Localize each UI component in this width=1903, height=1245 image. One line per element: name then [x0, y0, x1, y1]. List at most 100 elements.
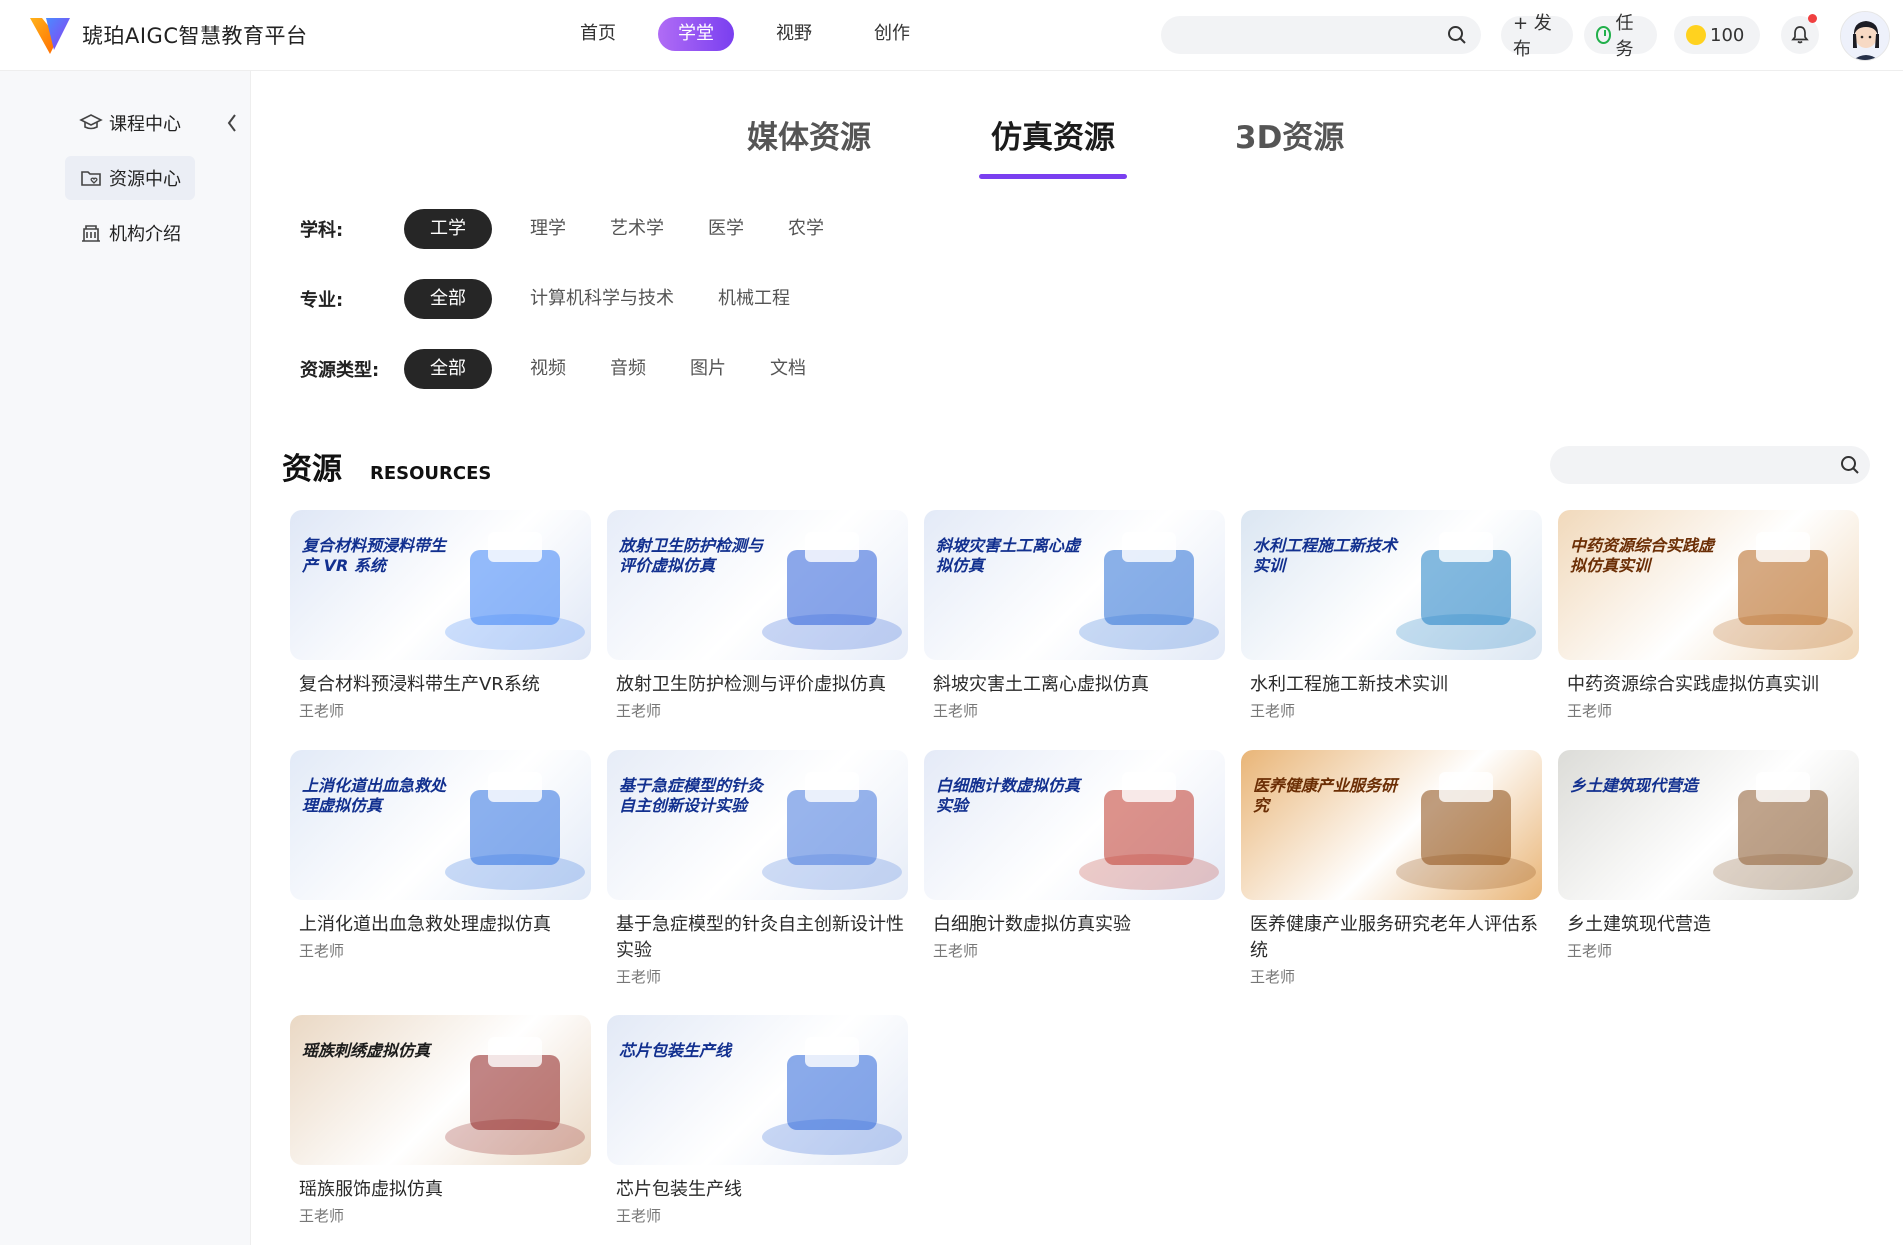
thumbnail-illustration-icon — [445, 772, 585, 890]
resource-thumbnail[interactable]: 斜坡灾害土工离心虚拟仿真 — [924, 510, 1225, 660]
resource-author: 王老师 — [933, 702, 979, 720]
thumbnail-caption: 复合材料预浸料带生产 VR 系统 — [302, 536, 447, 575]
resource-card[interactable]: 放射卫生防护检测与评价虚拟仿真 放射卫生防护检测与评价虚拟仿真 王老师 — [607, 510, 908, 721]
thumbnail-illustration-icon — [1713, 772, 1853, 890]
resource-title[interactable]: 复合材料预浸料带生产VR系统 — [290, 672, 591, 698]
resource-thumbnail[interactable]: 瑶族刺绣虚拟仿真 — [290, 1015, 591, 1165]
resource-thumbnail[interactable]: 上消化道出血急救处理虚拟仿真 — [290, 750, 591, 900]
resource-card[interactable]: 乡土建筑现代营造 乡土建筑现代营造 王老师 — [1558, 750, 1859, 961]
resource-card[interactable]: 瑶族刺绣虚拟仿真瑶族服饰虚拟仿真王老师 — [290, 1015, 591, 1226]
filter-chip[interactable]: 音频 — [606, 349, 650, 389]
thumbnail-illustration-icon — [1079, 772, 1219, 890]
collapse-chevron-icon[interactable] — [224, 111, 240, 135]
main-nav: 首页 学堂 视野 创作 — [560, 17, 930, 51]
resource-card[interactable]: 上消化道出血急救处理虚拟仿真 上消化道出血急救处理虚拟仿真 王老师 — [290, 750, 591, 961]
thumbnail-caption: 芯片包装生产线 — [619, 1041, 732, 1060]
task-button[interactable]: 任务 — [1584, 13, 1657, 60]
filter-chip[interactable]: 图片 — [686, 349, 730, 389]
tab-3d[interactable]: 3D资源 — [1223, 100, 1356, 179]
resource-card[interactable]: 白细胞计数虚拟仿真实验 白细胞计数虚拟仿真实验 王老师 — [924, 750, 1225, 961]
filter-label: 学科: — [300, 220, 344, 241]
tab-simulation[interactable]: 仿真资源 — [979, 100, 1127, 179]
resource-title[interactable]: 中药资源综合实践虚拟仿真实训 — [1558, 672, 1859, 698]
resource-card[interactable]: 基于急症模型的针灸自主创新设计实验 基于急症模型的针灸自主创新设计性实验 王老师 — [607, 750, 908, 987]
filter-chip[interactable]: 理学 — [526, 209, 570, 249]
nav-academy[interactable]: 学堂 — [658, 17, 734, 51]
resource-thumbnail[interactable]: 医养健康产业服务研究 — [1241, 750, 1542, 900]
logo[interactable]: 琥珀AIGC智慧教育平台 — [28, 14, 308, 56]
search-icon[interactable] — [1447, 25, 1467, 45]
resources-heading: 资源 RESOURCES — [282, 444, 491, 488]
sidebar-item-institution[interactable]: 机构介绍 — [65, 211, 195, 255]
filter-chip[interactable]: 医学 — [704, 209, 748, 249]
resource-thumbnail[interactable]: 基于急症模型的针灸自主创新设计实验 — [607, 750, 908, 900]
notification-button[interactable] — [1781, 14, 1819, 54]
resource-title[interactable]: 水利工程施工新技术实训 — [1241, 672, 1542, 698]
resource-title[interactable]: 基于急症模型的针灸自主创新设计性实验 — [607, 912, 908, 964]
resource-thumbnail[interactable]: 放射卫生防护检测与评价虚拟仿真 — [607, 510, 908, 660]
resource-thumbnail[interactable]: 复合材料预浸料带生产 VR 系统 — [290, 510, 591, 660]
sidebar-item-resources[interactable]: 资源中心 — [65, 156, 195, 200]
thumbnail-caption: 乡土建筑现代营造 — [1570, 776, 1699, 795]
resource-card[interactable]: 中药资源综合实践虚拟仿真实训 中药资源综合实践虚拟仿真实训 王老师 — [1558, 510, 1859, 721]
filter-chip[interactable]: 视频 — [526, 349, 570, 389]
resource-card[interactable]: 芯片包装生产线 芯片包装生产线 王老师 — [607, 1015, 908, 1226]
resource-author: 王老师 — [616, 702, 662, 720]
nav-vision[interactable]: 视野 — [756, 17, 832, 51]
filter-chip[interactable]: 农学 — [784, 209, 828, 249]
resource-search-input[interactable] — [1550, 446, 1820, 484]
resource-title[interactable]: 瑶族服饰虚拟仿真 — [290, 1177, 591, 1203]
filter-chip[interactable]: 工学 — [404, 209, 492, 249]
resource-title[interactable]: 乡土建筑现代营造 — [1558, 912, 1859, 938]
resource-title[interactable]: 医养健康产业服务研究老年人评估系统 — [1241, 912, 1542, 964]
resource-title[interactable]: 上消化道出血急救处理虚拟仿真 — [290, 912, 591, 938]
coin-balance[interactable]: 100 — [1674, 16, 1760, 54]
nav-create[interactable]: 创作 — [854, 17, 930, 51]
resource-card[interactable]: 复合材料预浸料带生产 VR 系统 复合材料预浸料带生产VR系统 王老师 — [290, 510, 591, 721]
resource-author: 王老师 — [1250, 968, 1296, 986]
publish-label: + 发布 — [1513, 13, 1552, 60]
nav-home[interactable]: 首页 — [560, 17, 636, 51]
header-search — [1161, 16, 1481, 54]
resource-search — [1550, 446, 1870, 484]
resource-card[interactable]: 医养健康产业服务研究医养健康产业服务研究老年人评估系统王老师 — [1241, 750, 1542, 987]
sidebar-item-courses[interactable]: 课程中心 — [65, 101, 195, 145]
user-avatar[interactable] — [1840, 11, 1890, 61]
resource-title[interactable]: 白细胞计数虚拟仿真实验 — [924, 912, 1225, 938]
publish-button[interactable]: + 发布 — [1501, 13, 1573, 60]
filter-chip[interactable]: 计算机科学与技术 — [526, 279, 678, 319]
resource-title[interactable]: 芯片包装生产线 — [607, 1177, 908, 1203]
bell-icon — [1791, 26, 1809, 44]
filter-chip[interactable]: 全部 — [404, 279, 492, 319]
resource-card[interactable]: 斜坡灾害土工离心虚拟仿真 斜坡灾害土工离心虚拟仿真 王老师 — [924, 510, 1225, 721]
resource-author: 王老师 — [299, 942, 345, 960]
resource-author: 王老师 — [1250, 702, 1296, 720]
avatar-illustration-icon — [1841, 12, 1889, 60]
resource-thumbnail[interactable]: 乡土建筑现代营造 — [1558, 750, 1859, 900]
thumbnail-illustration-icon — [1396, 772, 1536, 890]
thumbnail-caption: 上消化道出血急救处理虚拟仿真 — [302, 776, 447, 815]
resource-title[interactable]: 斜坡灾害土工离心虚拟仿真 — [924, 672, 1225, 698]
resource-author: 王老师 — [299, 1207, 345, 1225]
notification-dot — [1808, 14, 1817, 23]
resource-title[interactable]: 放射卫生防护检测与评价虚拟仿真 — [607, 672, 908, 698]
tab-media[interactable]: 媒体资源 — [735, 100, 883, 179]
filter-type: 资源类型: 全部 视频 音频 图片 文档 — [300, 349, 846, 389]
filter-chip[interactable]: 机械工程 — [714, 279, 794, 319]
resource-author: 王老师 — [1567, 942, 1613, 960]
resource-thumbnail[interactable]: 芯片包装生产线 — [607, 1015, 908, 1165]
thumbnail-illustration-icon — [1396, 532, 1536, 650]
search-icon[interactable] — [1840, 455, 1860, 475]
thumbnail-illustration-icon — [445, 532, 585, 650]
resource-thumbnail[interactable]: 白细胞计数虚拟仿真实验 — [924, 750, 1225, 900]
resource-card[interactable]: 水利工程施工新技术实训 水利工程施工新技术实训 王老师 — [1241, 510, 1542, 721]
resource-thumbnail[interactable]: 水利工程施工新技术实训 — [1241, 510, 1542, 660]
filter-chip[interactable]: 全部 — [404, 349, 492, 389]
resource-author: 王老师 — [933, 942, 979, 960]
filter-chip[interactable]: 文档 — [766, 349, 810, 389]
filter-chip[interactable]: 艺术学 — [606, 209, 668, 249]
header-search-input[interactable] — [1161, 16, 1431, 54]
resource-thumbnail[interactable]: 中药资源综合实践虚拟仿真实训 — [1558, 510, 1859, 660]
section-title: 资源 — [282, 444, 342, 488]
thumbnail-caption: 放射卫生防护检测与评价虚拟仿真 — [619, 536, 764, 575]
